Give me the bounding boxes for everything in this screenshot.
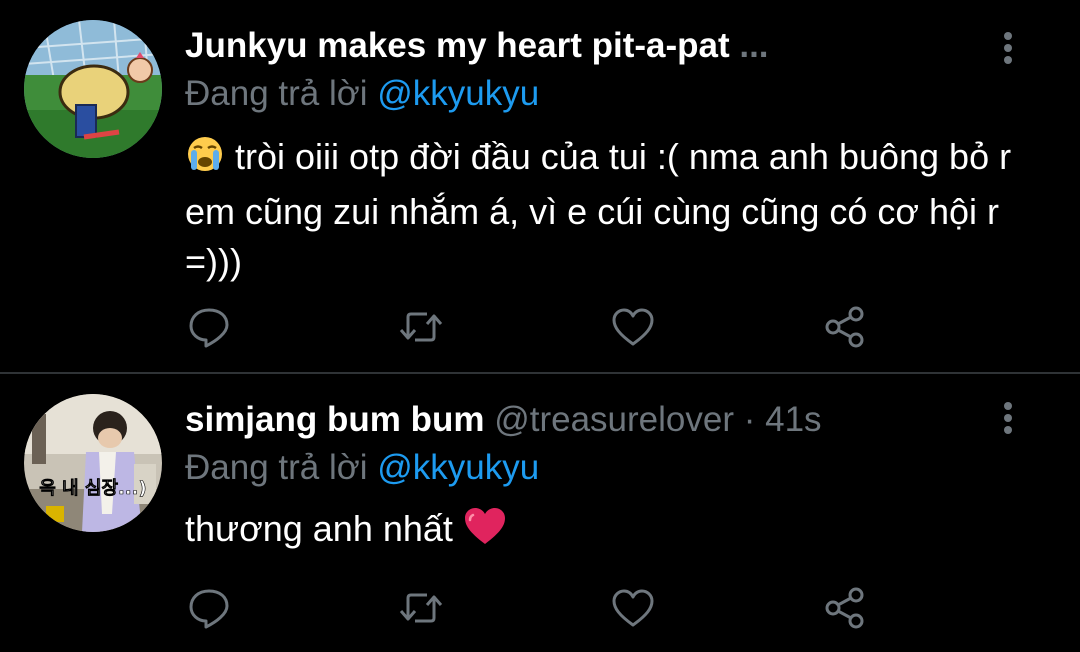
- tweet-actions: [185, 303, 885, 353]
- display-name[interactable]: simjang bum bum: [185, 400, 484, 439]
- more-options-button[interactable]: [988, 398, 1028, 438]
- retweet-button[interactable]: [397, 584, 445, 632]
- replying-to-line: Đang trả lời @kkyukyu: [185, 72, 539, 116]
- share-icon: [825, 306, 864, 348]
- replying-to-mention[interactable]: @kkyukyu: [377, 74, 539, 113]
- retweet-button[interactable]: [397, 303, 445, 351]
- retweet-icon: [399, 593, 443, 623]
- more-options-button[interactable]: [988, 28, 1028, 68]
- tweet-header: Junkyu makes my heart pit-a-pat ...: [185, 24, 769, 68]
- tweet-actions: [185, 584, 885, 634]
- share-button[interactable]: [821, 584, 869, 632]
- more-vertical-icon: [1004, 402, 1012, 434]
- tweet-text: thương anh nhất: [185, 504, 1045, 559]
- tweet[interactable]: Junkyu makes my heart pit-a-pat ... Đang…: [0, 0, 1080, 372]
- reply-icon: [189, 589, 229, 629]
- like-icon: [612, 589, 654, 627]
- tweet-body: tròi oiii otp đời đầu của tui :( nma anh…: [185, 136, 1012, 282]
- replying-to-line: Đang trả lời @kkyukyu: [185, 446, 539, 490]
- loudly-crying-face-emoji: [185, 134, 225, 187]
- replying-prefix: Đang trả lời: [185, 74, 368, 113]
- retweet-icon: [399, 312, 443, 342]
- share-icon: [825, 587, 864, 629]
- avatar[interactable]: [24, 20, 162, 158]
- cartoon-avatar-image: [24, 20, 162, 158]
- timestamp[interactable]: 41s: [765, 400, 821, 439]
- tweet-body: thương anh nhất: [185, 508, 453, 549]
- tweet-text: tròi oiii otp đời đầu của tui :( nma anh…: [185, 132, 1045, 287]
- avatar[interactable]: 윽 내 심장...): [24, 394, 162, 532]
- name-ellipsis: ...: [739, 26, 769, 65]
- avatar-caption: 윽 내 심장...): [39, 478, 147, 499]
- user-handle[interactable]: @treasurelover: [494, 400, 734, 439]
- replying-prefix: Đang trả lời: [185, 448, 368, 487]
- reply-icon: [189, 308, 229, 348]
- reply-button[interactable]: [185, 303, 233, 351]
- tweet[interactable]: 윽 내 심장...) simjang bum bum @treasurelove…: [0, 374, 1080, 652]
- separator-dot: ·: [743, 400, 756, 439]
- more-vertical-icon: [1004, 32, 1012, 64]
- tweet-header: simjang bum bum @treasurelover · 41s: [185, 398, 822, 442]
- display-name[interactable]: Junkyu makes my heart pit-a-pat: [185, 26, 730, 65]
- replying-to-mention[interactable]: @kkyukyu: [377, 448, 539, 487]
- like-icon: [612, 308, 654, 346]
- share-button[interactable]: [821, 303, 869, 351]
- photo-avatar-image: 윽 내 심장...): [24, 394, 162, 532]
- like-button[interactable]: [609, 303, 657, 351]
- red-heart-emoji: [463, 506, 507, 559]
- reply-button[interactable]: [185, 584, 233, 632]
- like-button[interactable]: [609, 584, 657, 632]
